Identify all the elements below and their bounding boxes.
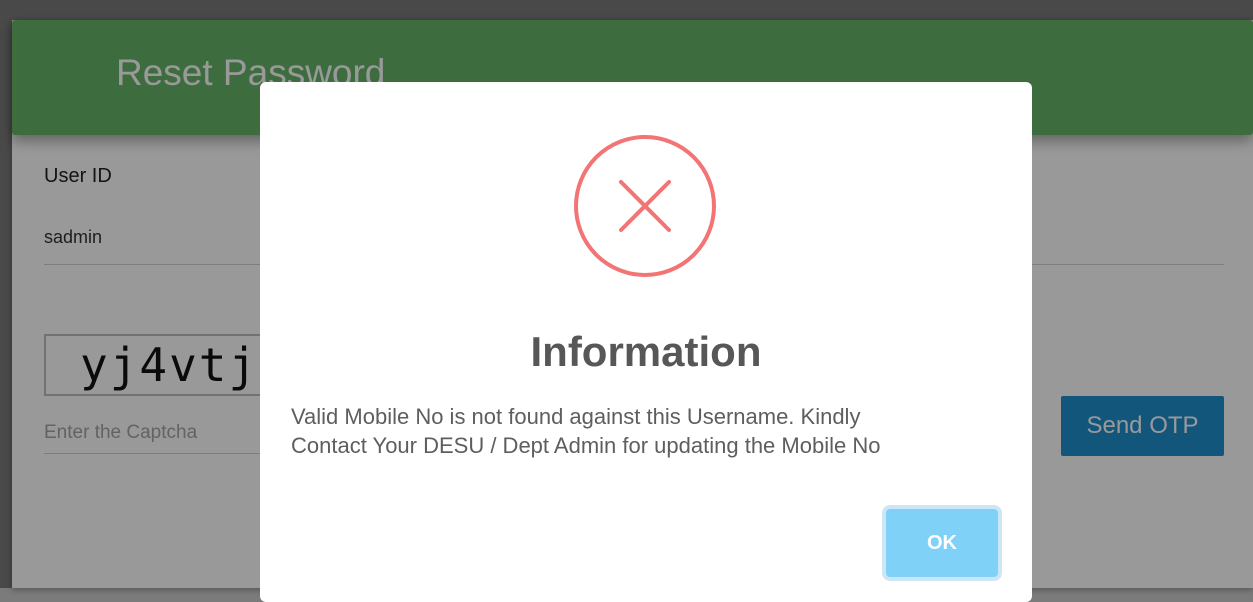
dialog-message-line-2: Contact Your DESU / Dept Admin for updat… <box>291 433 881 458</box>
ok-button[interactable]: OK <box>884 507 1000 579</box>
dialog-title: Information <box>530 328 762 375</box>
dialog-message: Valid Mobile No is not found against thi… <box>291 402 1011 460</box>
error-x-icon <box>574 135 716 277</box>
information-dialog: Information Valid Mobile No is not found… <box>260 82 1032 602</box>
dialog-message-line-1: Valid Mobile No is not found against thi… <box>291 404 861 429</box>
